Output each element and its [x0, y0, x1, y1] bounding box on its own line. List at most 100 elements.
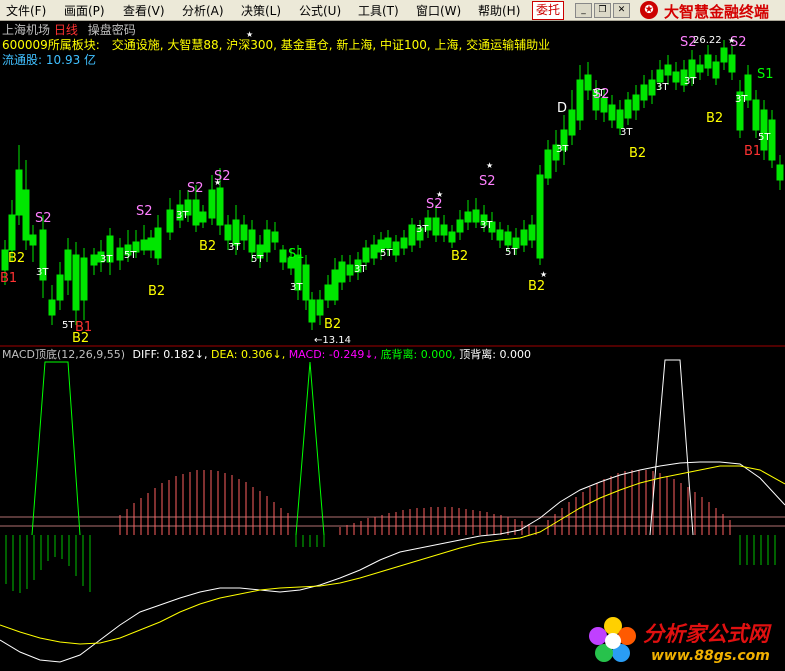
- candle-body: [432, 217, 440, 236]
- candle-body: [116, 247, 124, 261]
- signal-marker: 5T: [62, 320, 75, 331]
- signal-marker: B2: [451, 249, 468, 264]
- candle-body: [302, 264, 310, 301]
- top-divergence-line: [649, 359, 694, 536]
- signal-marker: S2: [479, 174, 496, 189]
- signal-marker: B2: [706, 111, 723, 126]
- signal-marker: B2: [8, 251, 25, 266]
- signal-marker: 3T: [100, 254, 113, 265]
- dea-value: 0.306: [240, 348, 273, 361]
- candle-body: [568, 109, 576, 136]
- signal-marker: 5T: [505, 247, 518, 258]
- stock-secret: 操盘密码: [87, 23, 136, 37]
- candle-body: [384, 237, 392, 249]
- candle-body: [216, 187, 224, 226]
- indicator-name[interactable]: MACD顶底: [2, 348, 57, 361]
- signal-marker: S1: [757, 67, 774, 82]
- candle-body: [22, 189, 30, 241]
- candle-body: [544, 149, 552, 179]
- candle-body: [308, 299, 316, 323]
- signal-marker: B2: [148, 284, 165, 299]
- candle-body: [331, 269, 339, 301]
- candle-body: [672, 71, 680, 83]
- candle-body: [504, 231, 512, 246]
- top-div-label: 顶背离:: [459, 348, 496, 361]
- signal-marker: D: [557, 101, 567, 116]
- candle-body: [456, 219, 464, 233]
- candle-body: [584, 74, 592, 91]
- signal-marker: B1: [0, 271, 17, 286]
- float-label: 流通股:: [2, 53, 43, 67]
- star-marker: ★: [728, 36, 735, 45]
- candle-body: [56, 274, 64, 301]
- stock-period[interactable]: 日线: [54, 23, 78, 37]
- candle-body: [448, 231, 456, 243]
- signal-marker: 5T: [380, 248, 393, 259]
- candle-body: [166, 209, 174, 233]
- candle-body: [346, 264, 354, 276]
- candle-body: [696, 64, 704, 73]
- candle-body: [760, 109, 768, 151]
- candle-body: [362, 247, 370, 263]
- flower-logo-icon: [589, 617, 636, 662]
- signal-marker: 3T: [290, 282, 303, 293]
- star-marker: ★: [540, 270, 547, 279]
- candle-body: [338, 261, 346, 283]
- candle-body: [576, 79, 584, 121]
- float-line: 流通股: 10.93 亿: [2, 51, 96, 68]
- kline-chart: B2 S2 3T 5T B2 3T 5T S2 B2 3T S2 B2 S2 3T 5T S1 3T B2 3T 5T…: [0, 30, 785, 663]
- watermark: 分析家公式网 www.88gs.com: [585, 612, 785, 670]
- signal-marker: 3T: [36, 267, 49, 278]
- candle-body: [536, 174, 544, 259]
- candle-body: [8, 214, 16, 251]
- macd-arrow-icon: ↓: [364, 348, 374, 361]
- candle-body: [464, 211, 472, 223]
- high-price-label: 26.22: [693, 35, 722, 46]
- indicator-params: (12,26,9,55): [56, 348, 126, 361]
- candle-body: [496, 229, 504, 241]
- candle-body: [704, 54, 712, 69]
- signal-marker: S1: [288, 247, 305, 262]
- candle-body: [472, 209, 480, 223]
- stock-name: 上海机场: [2, 23, 51, 37]
- signal-marker: 5T: [251, 254, 264, 265]
- candle-body: [279, 249, 287, 263]
- macd-label: MACD:: [288, 348, 326, 361]
- candle-body: [528, 224, 536, 241]
- signal-marker: 5T: [124, 250, 137, 261]
- dea-label: DEA:: [211, 348, 238, 361]
- candle-body: [271, 231, 279, 243]
- candle-body: [752, 99, 760, 131]
- signal-marker: S2: [136, 204, 153, 219]
- bottom-divergence-line: [295, 361, 325, 536]
- signal-marker: B2: [324, 317, 341, 332]
- signal-marker: 3T: [620, 127, 633, 138]
- signal-marker: 5T: [758, 132, 771, 143]
- indicator-header: MACD顶底(12,26,9,55) DIFF: 0.182↓, DEA: 0.…: [2, 348, 532, 361]
- candle-body: [90, 254, 98, 266]
- signal-marker: 3T: [592, 88, 605, 99]
- star-marker: ★: [214, 178, 221, 187]
- star-marker: ★: [436, 190, 443, 199]
- bottom-div-label: 底背离:: [380, 348, 418, 361]
- candle-body: [224, 224, 232, 241]
- candle-body: [728, 54, 736, 73]
- candle-body: [400, 237, 408, 249]
- dea-arrow-icon: ↓: [272, 348, 282, 361]
- candle-body: [199, 211, 207, 223]
- candle-body: [15, 169, 23, 216]
- signal-marker: 3T: [735, 94, 748, 105]
- watermark-url: www.88gs.com: [651, 648, 770, 664]
- candle-body: [316, 299, 324, 316]
- candle-body: [632, 94, 640, 111]
- top-div-value: 0.000: [499, 348, 532, 361]
- signal-marker: 3T: [656, 82, 669, 93]
- candle-body: [140, 239, 148, 251]
- candle-body: [248, 229, 256, 253]
- low-price-label: ←13.14: [314, 335, 351, 346]
- bottom-divergence-line: [31, 361, 81, 536]
- signal-marker: S2: [187, 181, 204, 196]
- candle-body: [80, 257, 88, 301]
- signal-marker: 3T: [416, 224, 429, 235]
- candle-body: [208, 189, 216, 219]
